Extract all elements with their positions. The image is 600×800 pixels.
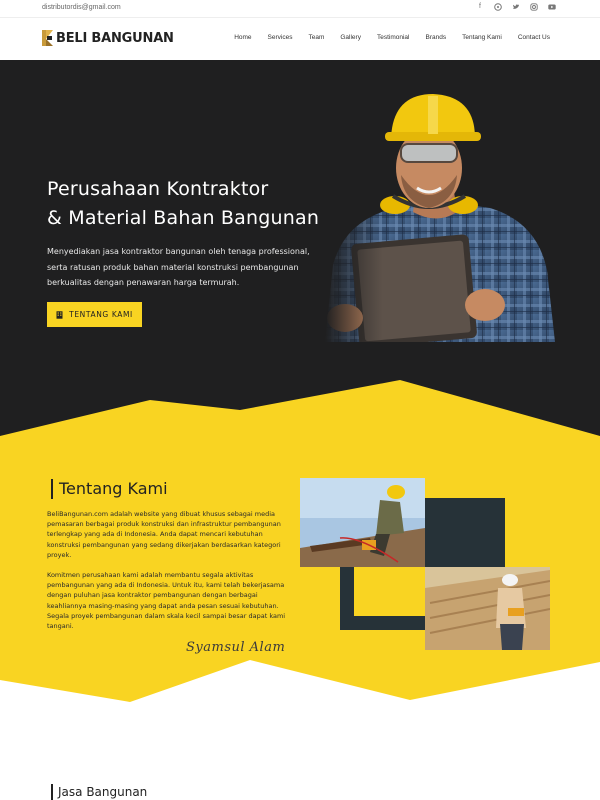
nav-brands[interactable]: Brands (425, 34, 446, 41)
signature: Syamsul Alam (186, 640, 286, 655)
pinterest-icon[interactable] (494, 3, 502, 11)
worker-photo-1 (300, 478, 425, 567)
hero-desc-line1: Menyediakan jasa kontraktor bangunan ole… (47, 247, 310, 256)
hero-description: Menyediakan jasa kontraktor bangunan ole… (47, 244, 327, 291)
hero-title: Perusahaan Kontraktor & Material Bahan B… (47, 175, 319, 233)
about-title: Tentang Kami (51, 479, 168, 499)
social-links: f (476, 3, 556, 11)
hero-desc-line3: berkualitas dengan penawaran harga termu… (47, 278, 240, 287)
nav-home[interactable]: Home (234, 34, 251, 41)
main-nav: Home Services Team Gallery Testimonial B… (234, 34, 550, 41)
twitter-icon[interactable] (512, 3, 520, 11)
building-icon (56, 310, 63, 319)
about-body: BeliBangunan.com adalah website yang dib… (47, 509, 287, 641)
services-title: Jasa Bangunan (51, 784, 147, 800)
nav-services[interactable]: Services (268, 34, 293, 41)
tentang-kami-button-label: TENTANG KAMI (69, 310, 133, 319)
logo-mark-icon (42, 30, 53, 46)
site-logo[interactable]: BELI BANGUNAN (42, 28, 174, 48)
hero-title-line1: Perusahaan Kontraktor (47, 178, 269, 200)
contact-email[interactable]: distributordis@gmail.com (42, 4, 121, 11)
hero-title-line2: & Material Bahan Bangunan (47, 207, 320, 229)
tentang-kami-button[interactable]: TENTANG KAMI (47, 302, 142, 327)
nav-testimonial[interactable]: Testimonial (377, 34, 410, 41)
youtube-icon[interactable] (548, 3, 556, 11)
hero-desc-line2: serta ratusan produk bahan material kons… (47, 262, 299, 272)
nav-tentang-kami[interactable]: Tentang Kami (462, 34, 502, 41)
hero-worker-image (325, 90, 555, 342)
nav-gallery[interactable]: Gallery (340, 34, 361, 41)
logo-text: BELI BANGUNAN (56, 30, 174, 46)
top-bar: distributordis@gmail.com f (0, 0, 600, 18)
about-image-collage (300, 478, 550, 650)
facebook-icon[interactable]: f (476, 3, 484, 11)
worker-photo-2 (425, 567, 550, 650)
site-header: BELI BANGUNAN Home Services Team Gallery… (0, 19, 600, 60)
nav-team[interactable]: Team (308, 34, 324, 41)
about-paragraph-1: BeliBangunan.com adalah website yang dib… (47, 510, 281, 559)
nav-contact-us[interactable]: Contact Us (518, 34, 550, 41)
about-paragraph-2: Komitmen perusahaan kami adalah membantu… (47, 571, 286, 631)
instagram-icon[interactable] (530, 3, 538, 11)
